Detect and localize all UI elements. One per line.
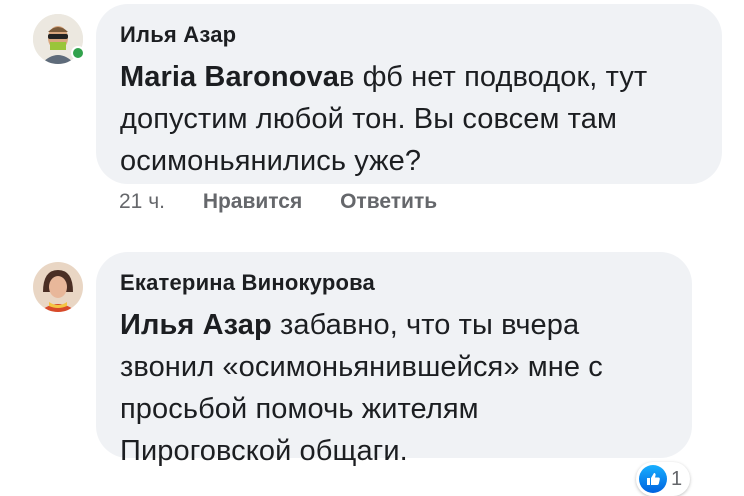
comment-bubble: Екатерина Винокурова Илья Азар забавно, … [96, 252, 692, 467]
reaction-summary[interactable]: 1 [636, 462, 691, 496]
avatar[interactable] [33, 262, 83, 312]
comment-ekaterina-vinokurova: Екатерина Винокурова Илья Азар забавно, … [0, 0, 744, 496]
comment-author[interactable]: Екатерина Винокурова [120, 270, 375, 296]
reaction-count: 1 [671, 467, 683, 490]
comment-line: звонил «осимоньянившейся» мне с [120, 351, 603, 383]
comment-line: Пироговской общаги. [120, 435, 408, 467]
avatar-image [33, 262, 83, 312]
comment-line: забавно, что ты вчера [271, 309, 580, 341]
like-reaction-icon [639, 465, 667, 493]
comment-text: Илья Азар забавно, что ты вчера звонил «… [120, 304, 690, 472]
comment-line: просьбой помочь жителям [120, 393, 479, 425]
mention-link[interactable]: Илья Азар [120, 309, 272, 341]
